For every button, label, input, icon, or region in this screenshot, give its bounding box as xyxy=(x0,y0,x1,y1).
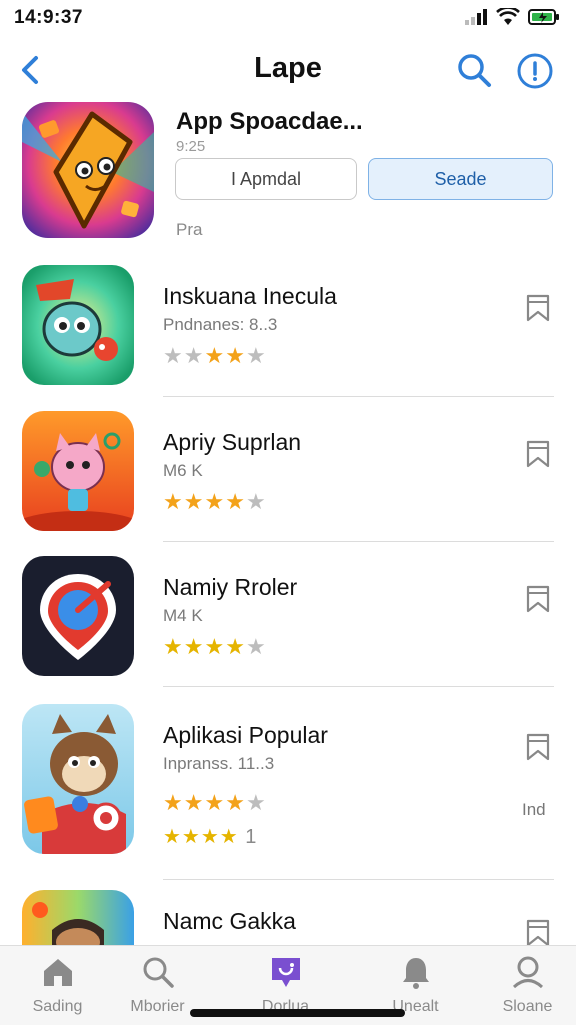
app-meta: Pndnanes: 8..3 xyxy=(163,315,278,334)
profile-icon xyxy=(512,956,544,989)
search-icon xyxy=(143,957,174,988)
tab-label: Sading xyxy=(32,998,83,1015)
bookmark-icon[interactable] xyxy=(524,293,552,323)
featured-app-icon[interactable] xyxy=(22,102,154,238)
divider xyxy=(163,686,554,687)
games-icon xyxy=(272,958,300,987)
list-item[interactable]: Namc Gakka xyxy=(0,890,576,945)
tab-label: Sloane xyxy=(502,998,553,1015)
cellular-signal-icon xyxy=(465,9,487,25)
app-meta: Inpranss. 11..3 xyxy=(163,754,275,773)
bookmark-icon[interactable] xyxy=(524,918,552,945)
bell-icon xyxy=(403,958,429,989)
divider xyxy=(163,541,554,542)
featured-secondary-button[interactable]: I Apmdal xyxy=(175,158,357,200)
info-icon[interactable] xyxy=(514,50,556,92)
status-time: 14:9:37 xyxy=(14,7,83,28)
battery-icon xyxy=(528,9,559,25)
app-name: Namc Gakka xyxy=(163,908,296,934)
secondary-rating-count: 1 xyxy=(245,826,258,848)
tab-home[interactable]: Sading xyxy=(0,946,115,1025)
star-rating: ★★★★★ xyxy=(163,790,267,815)
app-icon[interactable] xyxy=(22,890,134,945)
tab-profile[interactable]: Sloane xyxy=(470,946,576,1025)
app-name: Namiy Rroler xyxy=(163,574,298,600)
bookmark-icon[interactable] xyxy=(524,439,552,469)
featured-app-card[interactable]: App Spoacdae... 9:25 I Apmdal Seade Pra xyxy=(0,100,576,250)
list-item[interactable]: Aplikasi Popular Inpranss. 11..3 ★★★★★ ★… xyxy=(0,704,576,874)
secondary-star-rating: ★★★★ 1 xyxy=(163,826,258,848)
featured-app-subtitle: 9:25 xyxy=(176,138,206,155)
navigation-bar: Lape xyxy=(0,42,576,98)
app-name: Apriy Suprlan xyxy=(163,429,302,455)
wifi-icon xyxy=(496,8,520,25)
app-icon[interactable] xyxy=(22,704,134,854)
app-icon[interactable] xyxy=(22,265,134,385)
home-icon xyxy=(44,959,72,986)
list-item[interactable]: Apriy Suprlan M6 K ★★★★★ xyxy=(0,411,576,551)
featured-primary-button[interactable]: Seade xyxy=(368,158,553,200)
list-item[interactable]: Inskuana Inecula Pndnanes: 8..3 ★★★★★ xyxy=(0,265,576,405)
app-icon[interactable] xyxy=(22,411,134,531)
featured-app-name: App Spoacdae... xyxy=(176,108,363,135)
app-side-label: Ind xyxy=(522,800,546,819)
star-rating: ★★★★★ xyxy=(163,634,267,659)
list-item[interactable]: Namiy Rroler M4 K ★★★★★ xyxy=(0,556,576,696)
app-name: Aplikasi Popular xyxy=(163,722,328,748)
search-icon[interactable] xyxy=(454,50,494,90)
featured-app-price: Pra xyxy=(176,220,203,239)
divider xyxy=(163,879,554,880)
status-bar: 14:9:37 xyxy=(0,0,576,36)
bookmark-icon[interactable] xyxy=(524,584,552,614)
app-meta: M4 K xyxy=(163,606,203,625)
app-name: Inskuana Inecula xyxy=(163,283,337,309)
bookmark-icon[interactable] xyxy=(524,732,552,762)
app-icon[interactable] xyxy=(22,556,134,676)
star-rating: ★★★★★ xyxy=(163,489,267,514)
divider xyxy=(163,396,554,397)
home-indicator[interactable] xyxy=(190,1009,405,1017)
star-rating: ★★★★★ xyxy=(163,343,267,368)
app-meta: M6 K xyxy=(163,461,203,480)
